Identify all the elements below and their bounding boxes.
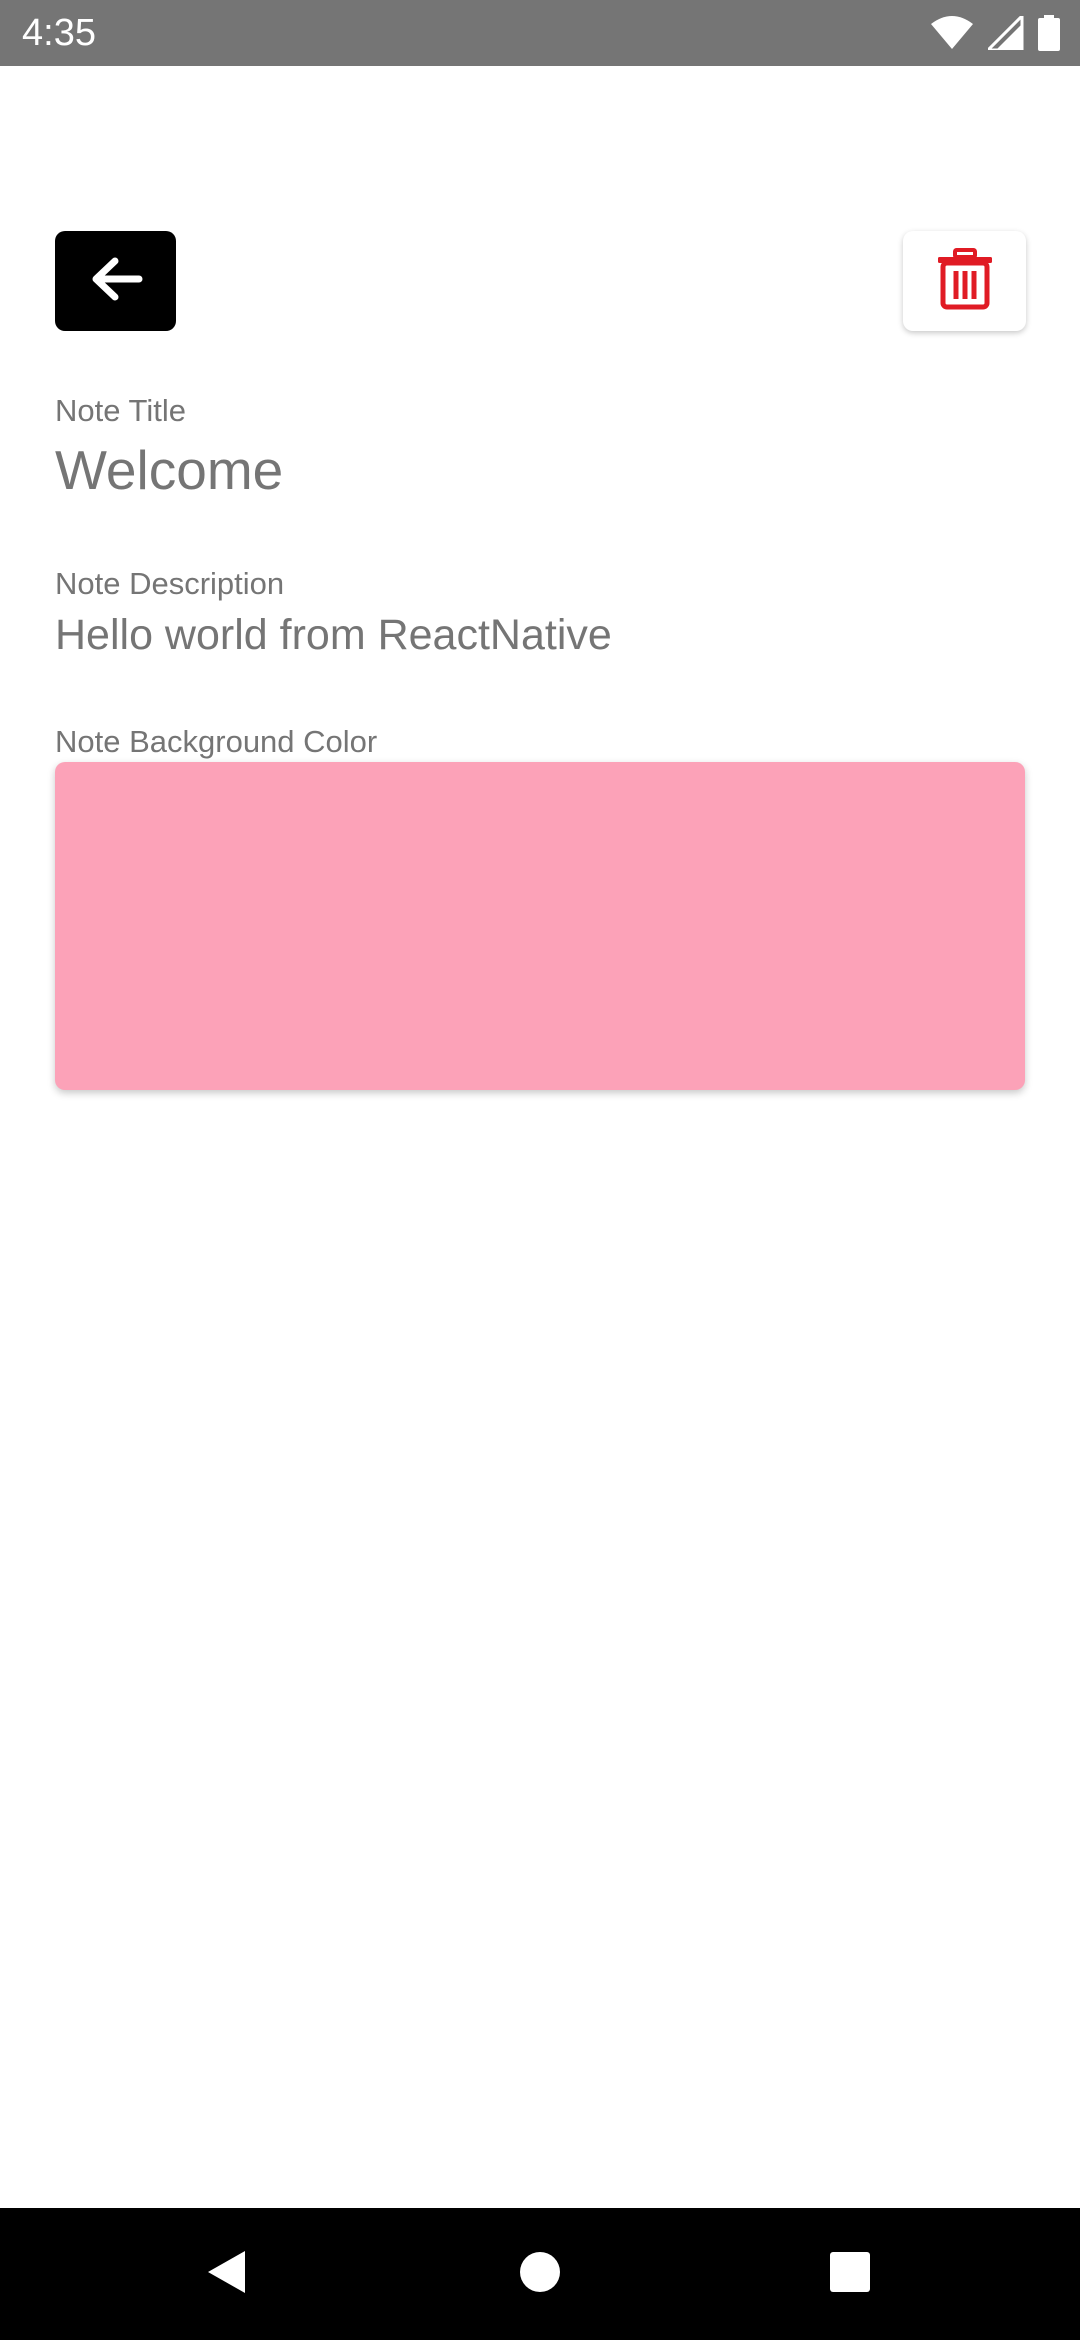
nav-back-button[interactable]: [166, 2208, 286, 2340]
note-title-value[interactable]: Welcome: [55, 436, 283, 504]
nav-recents-button[interactable]: [790, 2208, 910, 2340]
status-icons: [930, 13, 1060, 53]
battery-icon: [1038, 15, 1060, 51]
wifi-icon: [930, 16, 974, 50]
arrow-left-icon: [89, 256, 143, 307]
nav-recents-icon: [829, 2251, 871, 2298]
back-button[interactable]: [55, 231, 176, 331]
note-title-label: Note Title: [55, 393, 186, 428]
status-bar: 4:35: [0, 0, 1080, 66]
nav-home-button[interactable]: [480, 2208, 600, 2340]
status-time: 4:35: [22, 12, 96, 54]
trash-icon: [935, 247, 995, 315]
delete-note-button[interactable]: [903, 231, 1026, 331]
note-description-value[interactable]: Hello world from ReactNative: [55, 607, 612, 663]
note-description-label: Note Description: [55, 566, 285, 601]
note-background-color-swatch[interactable]: [55, 762, 1025, 1090]
cellular-signal-icon: [988, 16, 1024, 50]
navigation-bar: [0, 2208, 1080, 2340]
nav-back-icon: [205, 2249, 247, 2300]
nav-home-icon: [519, 2251, 561, 2298]
note-background-color-label: Note Background Color: [55, 724, 378, 759]
